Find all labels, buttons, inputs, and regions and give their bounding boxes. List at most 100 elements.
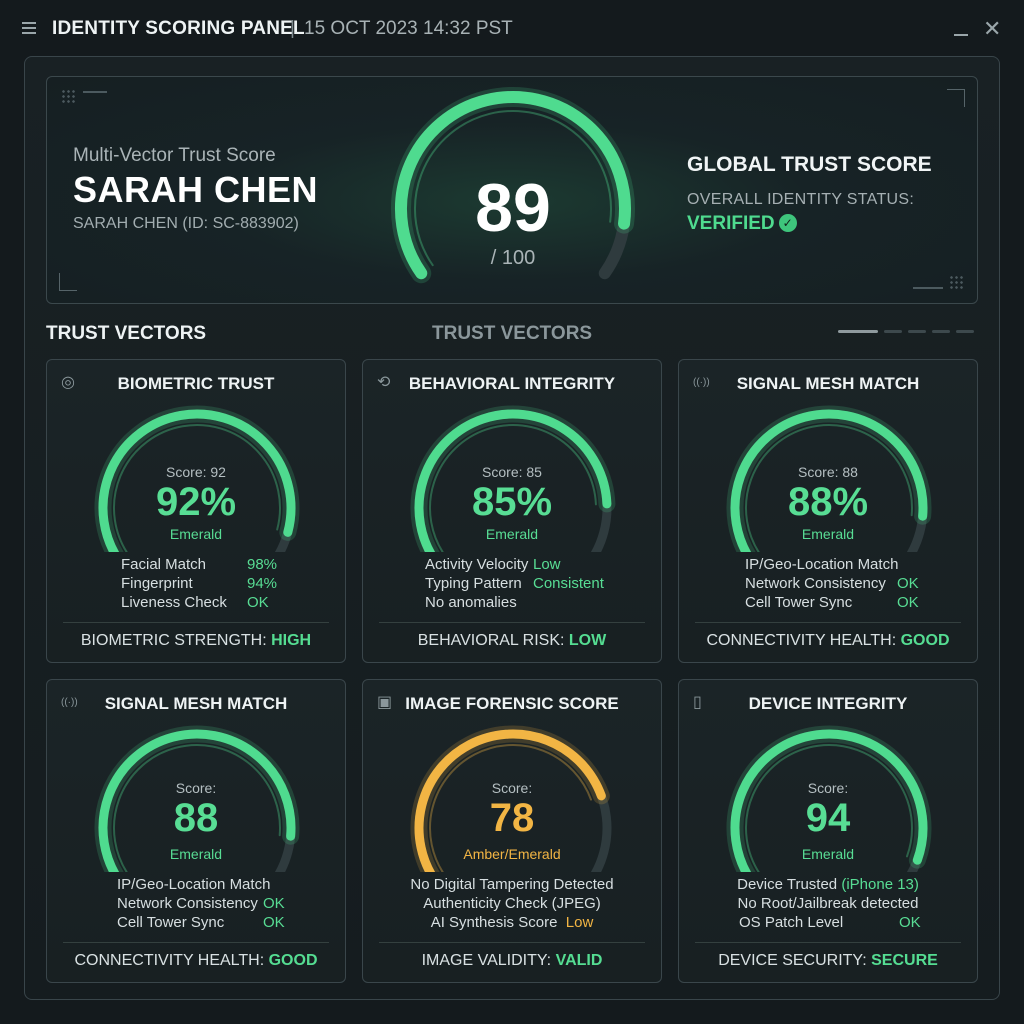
card-footer: CONNECTIVITY HEALTH: GOOD	[679, 632, 977, 650]
card-title: BIOMETRIC TRUST	[117, 374, 275, 393]
metric-label: Cell Tower Sync	[745, 594, 853, 611]
score-label: Score:	[491, 780, 533, 796]
trust-vector-card[interactable]: ◎ BIOMETRIC TRUST Score: 92 92% Emerald …	[46, 359, 346, 663]
footer-label: CONNECTIVITY HEALTH:	[74, 952, 269, 969]
metric-value: OK	[899, 914, 921, 931]
card-footer: BEHAVIORAL RISK: LOW	[363, 632, 661, 650]
trust-vector-card[interactable]: ((·)) SIGNAL MESH MATCH Score: 88 Emeral…	[46, 679, 346, 983]
pager-dot[interactable]	[908, 330, 926, 333]
metric-value: Low	[533, 556, 561, 573]
trust-vector-card[interactable]: ⟲ BEHAVIORAL INTEGRITY Score: 85 85% Eme…	[362, 359, 662, 663]
card-divider	[379, 942, 645, 943]
score-value: 85%	[471, 480, 553, 524]
metric-value: 94%	[247, 575, 278, 592]
score-value: 92%	[155, 480, 237, 524]
footer-label: BIOMETRIC STRENGTH:	[80, 632, 272, 649]
metric-label: No anomalies	[425, 594, 517, 611]
score-value: 88%	[787, 480, 869, 524]
metric-value: OK	[247, 594, 269, 611]
score-label: Score: 92	[166, 464, 226, 480]
footer-value: GOOD	[900, 632, 950, 649]
trust-vector-card[interactable]: ▯ DEVICE INTEGRITY Score: 94 Emerald Dev…	[678, 679, 978, 983]
footer-value: GOOD	[268, 952, 318, 969]
card-title: IMAGE FORENSIC SCORE	[405, 694, 619, 713]
app-title: IDENTITY SCORING PANEL	[52, 18, 305, 39]
card-divider	[63, 942, 329, 943]
footer-label: IMAGE VALIDITY:	[421, 952, 556, 969]
footer-label: DEVICE SECURITY:	[718, 952, 872, 969]
status-label: OVERALL IDENTITY STATUS:	[687, 191, 915, 208]
card-divider	[63, 622, 329, 623]
hero-subtitle: Multi-Vector Trust Score	[73, 145, 276, 166]
pager-dot-active[interactable]	[838, 330, 878, 333]
card-title: SIGNAL MESH MATCH	[104, 694, 288, 713]
card-title: SIGNAL MESH MATCH	[736, 374, 920, 393]
score-label: Score:	[807, 780, 849, 796]
section-title-center: TRUST VECTORS	[432, 323, 593, 344]
score-label: Score: 85	[482, 464, 542, 480]
metric-label: AI Synthesis Score	[430, 914, 558, 931]
tier-label: Emerald	[169, 526, 223, 542]
metric-row: AI Synthesis Score Low	[363, 914, 661, 931]
trust-vector-card[interactable]: ▣ IMAGE FORENSIC SCORE Score: 78 Amber/E…	[362, 679, 662, 983]
pager-dot[interactable]	[956, 330, 974, 333]
menu-icon[interactable]	[22, 22, 36, 34]
pager-dot[interactable]	[932, 330, 950, 333]
footer-value: SECURE	[871, 952, 938, 969]
card-footer: BIOMETRIC STRENGTH: HIGH	[47, 632, 345, 650]
metric-value: Low	[565, 914, 594, 931]
tier-label: Emerald	[801, 526, 855, 542]
footer-value: HIGH	[271, 632, 312, 649]
metric-value: OK	[263, 914, 285, 931]
score-value: 94	[805, 796, 851, 840]
metric-row: No Root/Jailbreak detected	[679, 895, 977, 912]
decor-line	[913, 287, 943, 289]
metric-row: No Digital Tampering Detected	[363, 876, 661, 893]
tier-label: Emerald	[801, 846, 855, 862]
global-score-title: GLOBAL TRUST SCORE	[687, 153, 932, 176]
metric-label: Fingerprint	[121, 575, 193, 592]
metric-label: IP/Geo-Location Match	[745, 556, 899, 573]
footer-label: BEHAVIORAL RISK:	[417, 632, 569, 649]
metric-label: Liveness Check	[121, 594, 227, 611]
metric-label: Network Consistency	[117, 895, 258, 912]
metric-row: Authenticity Check (JPEG)	[363, 895, 661, 912]
tier-label: Amber/Emerald	[463, 846, 561, 862]
metric-label: Facial Match	[121, 556, 207, 573]
metric-value: OK	[897, 594, 919, 611]
metric-value: Consistent	[533, 575, 604, 592]
metric-label: Authenticity Check (JPEG)	[423, 895, 601, 912]
metric-label: Typing Pattern	[425, 575, 522, 592]
global-score-total: / 100	[490, 247, 536, 269]
timestamp: 15 OCT 2023 14:32 PST	[304, 18, 513, 39]
metric-value: OK	[263, 895, 285, 912]
status-value: VERIFIED	[687, 213, 775, 234]
metric-value: (iPhone 13)	[841, 876, 919, 893]
card-footer: IMAGE VALIDITY: VALID	[363, 952, 661, 970]
metric-row: Device Trusted (iPhone 13)	[679, 876, 977, 893]
card-title: DEVICE INTEGRITY	[748, 694, 908, 713]
score-label: Score:	[175, 780, 217, 796]
footer-value: LOW	[568, 632, 607, 649]
score-value: 88	[173, 796, 219, 840]
decor-corner	[59, 273, 77, 291]
hero-panel: Multi-Vector Trust Score SARAH CHEN SARA…	[46, 76, 978, 304]
close-icon[interactable]: ✕	[983, 18, 1001, 40]
minimize-icon[interactable]	[954, 34, 968, 36]
metric-value: OK	[897, 575, 919, 592]
card-divider	[695, 942, 961, 943]
decor-dots	[61, 89, 77, 105]
metric-label: IP/Geo-Location Match	[117, 876, 271, 893]
metric-label: Cell Tower Sync	[117, 914, 225, 931]
pager-dot[interactable]	[884, 330, 902, 333]
title-separator: |	[290, 18, 295, 39]
metric-label: No Digital Tampering Detected	[410, 876, 614, 893]
metric-label: Network Consistency	[745, 575, 886, 592]
footer-value: VALID	[555, 952, 603, 969]
decor-dots	[949, 275, 965, 291]
metric-label: No Root/Jailbreak detected	[737, 895, 919, 912]
status-badge: VERIFIED ✓	[687, 213, 797, 235]
trust-vector-card[interactable]: ((·)) SIGNAL MESH MATCH Score: 88 88% Em…	[678, 359, 978, 663]
decor-corner	[947, 89, 965, 107]
metric-label: Activity Velocity	[425, 556, 529, 573]
